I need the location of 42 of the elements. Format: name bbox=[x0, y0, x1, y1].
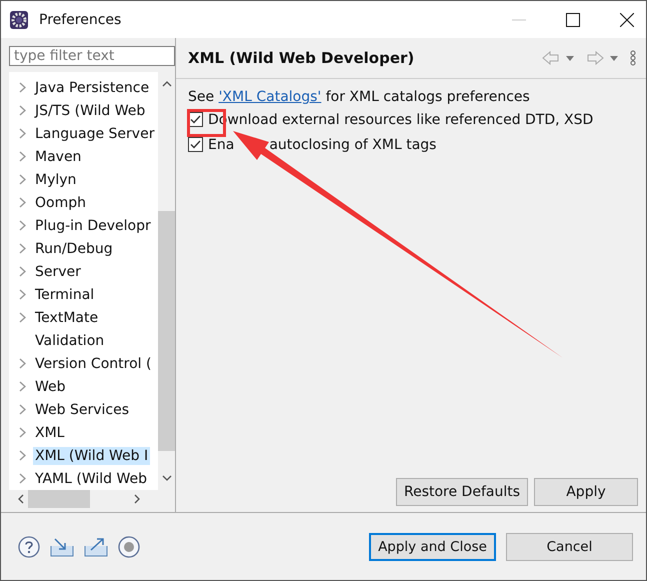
catalogs-hint: See 'XML Catalogs' for XML catalogs preferences bbox=[188, 88, 531, 107]
tree-item[interactable]: TextMate bbox=[33, 308, 100, 326]
tree-item[interactable]: Web bbox=[33, 378, 68, 396]
scroll-left-icon[interactable] bbox=[17, 494, 24, 504]
tree-item[interactable]: YAML (Wild Web bbox=[33, 470, 150, 488]
tree-item[interactable]: XML (Wild Web I bbox=[33, 446, 150, 464]
cancel-button[interactable]: Cancel bbox=[506, 532, 633, 560]
tree-item[interactable]: Plug-in Developr bbox=[33, 216, 153, 234]
tree-item[interactable]: Web Services bbox=[33, 400, 132, 418]
import-icon[interactable] bbox=[50, 536, 74, 556]
maximize-icon[interactable] bbox=[566, 12, 580, 26]
tree-item[interactable]: Language Server bbox=[33, 124, 156, 142]
tree-item[interactable]: Run/Debug bbox=[33, 240, 115, 258]
checkbox[interactable] bbox=[188, 137, 203, 152]
checkbox-label: Ena bbox=[208, 136, 234, 152]
restore-defaults-button[interactable]: Restore Defaults bbox=[396, 478, 528, 506]
help-icon[interactable] bbox=[18, 536, 40, 558]
filter-field[interactable]: type filter text bbox=[9, 46, 175, 66]
page-title: XML (Wild Web Developer) bbox=[188, 49, 414, 67]
tree-item[interactable]: JS/TS (Wild Web bbox=[33, 102, 148, 120]
close-icon[interactable] bbox=[620, 12, 634, 26]
more-menu-icon[interactable] bbox=[630, 50, 636, 66]
window-title: Preferences bbox=[39, 12, 122, 28]
checkbox-label: autoclosing of XML tags bbox=[269, 136, 436, 152]
export-icon[interactable] bbox=[84, 536, 108, 556]
apply-button[interactable]: Apply bbox=[534, 478, 638, 506]
tree-item[interactable]: XML bbox=[33, 424, 66, 442]
tree-item[interactable]: Server bbox=[33, 262, 83, 280]
tree-item[interactable]: Maven bbox=[33, 148, 84, 166]
scroll-down-icon[interactable] bbox=[162, 475, 172, 482]
tree-item[interactable]: Java Persistence bbox=[33, 78, 152, 96]
xml-catalogs-link[interactable]: 'XML Catalogs' bbox=[218, 89, 322, 105]
tree-item[interactable]: Oomph bbox=[33, 194, 88, 212]
apply-and-close-button[interactable]: Apply and Close bbox=[369, 532, 496, 560]
tree-item[interactable]: Terminal bbox=[33, 286, 96, 304]
tree-item[interactable]: Validation bbox=[33, 332, 106, 350]
tree-item[interactable]: Version Control ( bbox=[33, 354, 154, 372]
record-icon[interactable] bbox=[118, 536, 140, 558]
gear-icon bbox=[9, 10, 29, 30]
scroll-up-icon[interactable] bbox=[162, 80, 172, 87]
scroll-right-icon[interactable] bbox=[134, 494, 141, 504]
tree-item[interactable]: Mylyn bbox=[33, 170, 78, 188]
